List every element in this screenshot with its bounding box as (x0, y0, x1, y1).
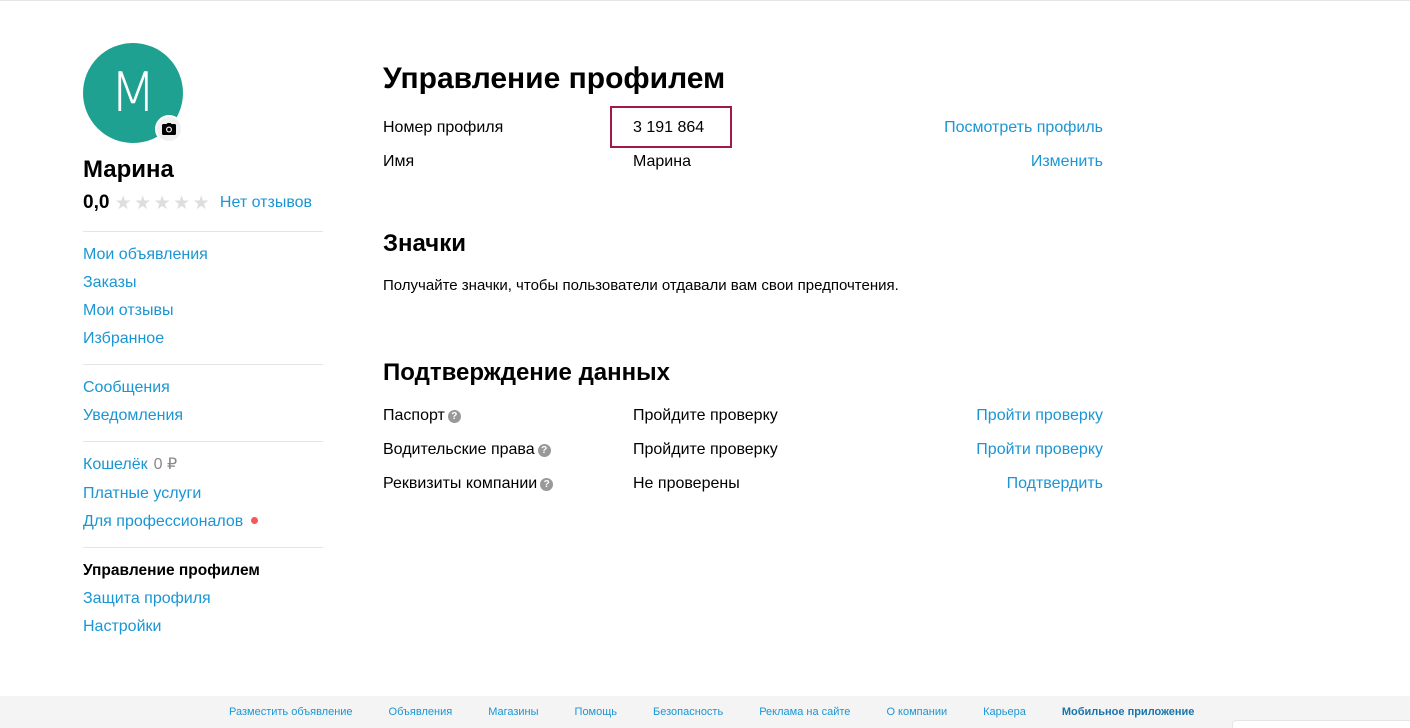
rating-row: 0,0 ★ ★ ★ ★ ★ Нет отзывов (83, 191, 312, 215)
footer-link-shops[interactable]: Магазины (488, 706, 538, 718)
name-row: Имя Марина Изменить (383, 151, 1103, 173)
top-divider (0, 0, 1410, 1)
sidebar-item-notifications[interactable]: Уведомления (83, 406, 183, 426)
sidebar-item-settings[interactable]: Настройки (83, 617, 161, 637)
license-label: Водительские права (383, 441, 535, 458)
camera-icon (162, 123, 176, 135)
change-photo-button[interactable] (155, 115, 183, 143)
star-icon: ★ (114, 192, 132, 214)
row-label: Имя (383, 153, 415, 170)
sidebar-item-my-reviews[interactable]: Мои отзывы (83, 301, 174, 321)
verification-title: Подтверждение данных (383, 359, 670, 386)
passport-label: Паспорт (383, 407, 445, 424)
passport-row: Паспорт? Пройдите проверку Пройти провер… (383, 405, 1103, 427)
company-label: Реквизиты компании (383, 475, 538, 492)
name-value: Марина (633, 153, 691, 170)
sidebar-item-messages[interactable]: Сообщения (83, 378, 170, 398)
passport-status: Пройдите проверку (633, 407, 778, 424)
sidebar-item-orders[interactable]: Заказы (83, 273, 136, 293)
footer-links: Разместить объявление Объявления Магазин… (229, 696, 1194, 728)
question-icon[interactable]: ? (537, 443, 551, 457)
confirm-company-link[interactable]: Подтвердить (1007, 473, 1103, 495)
sidebar-item-paid-services[interactable]: Платные услуги (83, 484, 201, 504)
row-label: Реквизиты компании? (383, 473, 554, 495)
star-icon: ★ (134, 192, 152, 214)
for-pros-label: Для профессионалов (83, 513, 244, 530)
row-label: Паспорт? (383, 405, 461, 427)
sidebar-item-profile-protection[interactable]: Защита профиля (83, 589, 211, 609)
company-status: Не проверены (633, 475, 740, 492)
sidebar-divider (83, 547, 323, 548)
company-row: Реквизиты компании? Не проверены Подтвер… (383, 473, 1103, 495)
sidebar-item-for-pros[interactable]: Для профессионалов (83, 512, 259, 532)
verify-license-link[interactable]: Пройти проверку (976, 439, 1103, 461)
wallet-label: Кошелёк (83, 456, 148, 473)
footer-link-security[interactable]: Безопасность (653, 706, 723, 718)
footer: Разместить объявление Объявления Магазин… (0, 696, 1410, 728)
edit-name-link[interactable]: Изменить (1031, 151, 1103, 173)
sidebar-item-wallet[interactable]: Кошелёк 0 ₽ (83, 455, 177, 475)
sidebar-item-my-ads[interactable]: Мои объявления (83, 245, 208, 265)
sidebar-divider (83, 441, 323, 442)
user-name: Марина (83, 156, 174, 183)
footer-link-mobile-app[interactable]: Мобильное приложение (1062, 706, 1195, 718)
footer-link-post-ad[interactable]: Разместить объявление (229, 706, 353, 718)
footer-link-ads[interactable]: Объявления (389, 706, 453, 718)
question-icon[interactable]: ? (540, 477, 554, 491)
star-icon: ★ (192, 192, 210, 214)
question-icon[interactable]: ? (447, 409, 461, 423)
star-icon: ★ (173, 192, 191, 214)
sidebar-item-profile-management[interactable]: Управление профилем (83, 561, 260, 581)
footer-link-advertising[interactable]: Реклама на сайте (759, 706, 850, 718)
rating-value: 0,0 (83, 192, 110, 213)
wallet-amount: 0 ₽ (153, 456, 178, 473)
footer-link-help[interactable]: Помощь (575, 706, 618, 718)
badges-title: Значки (383, 230, 466, 257)
license-row: Водительские права? Пройдите проверку Пр… (383, 439, 1103, 461)
sidebar-divider (83, 364, 323, 365)
profile-number-row: Номер профиля 3 191 864 Посмотреть профи… (383, 117, 1103, 139)
verify-passport-link[interactable]: Пройти проверку (976, 405, 1103, 427)
row-label: Номер профиля (383, 119, 504, 136)
license-status: Пройдите проверку (633, 441, 778, 458)
row-label: Водительские права? (383, 439, 551, 461)
highlight-box (610, 106, 732, 148)
sidebar-item-favorites[interactable]: Избранное (83, 329, 164, 349)
footer-link-careers[interactable]: Карьера (983, 706, 1026, 718)
notification-dot (251, 517, 259, 525)
page-title: Управление профилем (383, 62, 726, 95)
reviews-link[interactable]: Нет отзывов (220, 194, 312, 212)
view-profile-link[interactable]: Посмотреть профиль (944, 117, 1103, 139)
sidebar-divider (83, 231, 323, 232)
rating-stars: ★ ★ ★ ★ ★ (113, 194, 211, 213)
star-icon: ★ (153, 192, 171, 214)
badges-description: Получайте значки, чтобы пользователи отд… (383, 277, 899, 294)
footer-link-about[interactable]: О компании (886, 706, 947, 718)
footer-corner (1232, 720, 1410, 728)
